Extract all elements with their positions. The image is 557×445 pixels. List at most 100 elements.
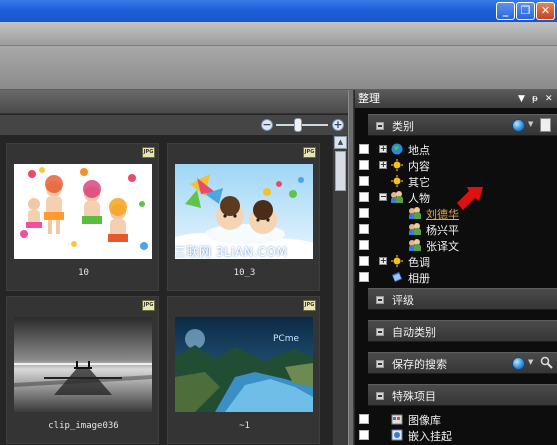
zoom-out-button[interactable]: − — [261, 119, 273, 131]
zoom-toolbar: − + — [0, 115, 348, 135]
jpg-badge-icon: JPG — [303, 300, 316, 311]
expand-icon[interactable]: + — [379, 145, 387, 153]
embed-pending-icon — [391, 429, 403, 441]
dropdown-icon[interactable]: ▼ — [528, 358, 533, 366]
photo-river-landscape: PCme — [175, 317, 313, 412]
sun-icon — [391, 255, 403, 267]
jpg-badge-icon: JPG — [142, 300, 155, 311]
toolbar — [0, 46, 557, 90]
jpg-badge-icon: JPG — [142, 147, 155, 158]
tree-item-person[interactable]: 杨兴平 — [355, 221, 557, 237]
dropdown-icon[interactable]: ▼ — [528, 120, 533, 128]
checkbox[interactable] — [359, 176, 369, 186]
checkbox[interactable] — [359, 272, 369, 282]
zoom-slider-thumb[interactable] — [294, 118, 302, 132]
special-item-label: 图像库 — [408, 414, 441, 427]
library-icon — [391, 413, 403, 425]
tree-item-place[interactable]: + 地点 — [355, 141, 557, 157]
tree-item-label: 人物 — [408, 192, 430, 205]
photo-logo-text: PCme — [273, 334, 299, 344]
pane-menu-icon[interactable]: ▼ — [518, 90, 525, 108]
organize-header: 整理 ▼ ᵽ ✕ — [355, 90, 557, 108]
thumbnail-item[interactable]: JPG — [167, 296, 320, 444]
tree-item-album[interactable]: 相册 — [355, 269, 557, 285]
people-icon — [409, 239, 421, 251]
section-special-items[interactable]: 特殊项目 — [368, 384, 557, 406]
watermark-text: 三联网 3LIAN.COM — [174, 245, 288, 259]
pane-close-icon[interactable]: ✕ — [545, 90, 553, 108]
restore-button[interactable]: ❐ — [516, 2, 535, 20]
globe-icon — [391, 143, 403, 155]
expand-icon[interactable]: + — [379, 161, 387, 169]
sun-icon — [391, 175, 403, 187]
tree-item-label: 内容 — [408, 160, 430, 173]
scroll-thumb[interactable] — [335, 151, 346, 191]
organize-title: 整理 — [358, 92, 380, 105]
section-label: 评级 — [392, 294, 414, 307]
zoom-in-button[interactable]: + — [332, 119, 344, 131]
thumbnail-caption: ~1 — [239, 421, 250, 431]
photo-pier-bw — [14, 317, 152, 412]
browser-tab-strip — [0, 90, 348, 114]
minimize-button[interactable]: _ — [496, 2, 515, 20]
thumbnail-scrollbar[interactable]: ▲ — [332, 135, 348, 445]
tree-item-color-tone[interactable]: + 色调 — [355, 253, 557, 269]
thumbnail-item[interactable]: JPG — [167, 143, 320, 291]
checkbox[interactable] — [359, 160, 369, 170]
pin-icon[interactable]: ᵽ — [532, 90, 538, 108]
section-label: 自动类别 — [392, 326, 436, 339]
special-item-library[interactable]: 图像库 — [355, 411, 557, 427]
tree-item-content[interactable]: + 内容 — [355, 157, 557, 173]
new-category-icon[interactable] — [540, 118, 551, 132]
section-ratings[interactable]: 评级 — [368, 288, 557, 310]
browser-pane: − + JPG 10 JPG 10_3 JPG clip_image036 JP… — [0, 90, 348, 445]
thumbnail-grid: JPG 10 JPG 10_3 JPG clip_image036 JPG PC… — [0, 135, 332, 445]
globe-icon[interactable] — [512, 119, 525, 132]
scroll-up-icon[interactable]: ▲ — [334, 136, 347, 149]
special-item-embed-pending[interactable]: 嵌入挂起 — [355, 427, 557, 443]
zoom-slider-track[interactable] — [276, 124, 328, 126]
section-auto-categories[interactable]: 自动类别 — [368, 320, 557, 342]
annotation-arrow-icon — [455, 185, 485, 211]
collapse-icon[interactable]: − — [379, 193, 387, 201]
section-label: 保存的搜索 — [392, 358, 447, 371]
checkbox[interactable] — [359, 192, 369, 202]
tree-item-label: 色调 — [408, 256, 430, 269]
thumbnail-item[interactable]: JPG — [6, 143, 159, 291]
checkbox[interactable] — [359, 256, 369, 266]
section-categories[interactable]: 类别 ▼ — [368, 114, 557, 136]
thumbnail-caption: clip_image036 — [48, 421, 119, 431]
tree-item-person[interactable]: 张译文 — [355, 237, 557, 253]
section-saved-searches[interactable]: 保存的搜索 ▼ — [368, 352, 557, 374]
photo-children-flowers — [14, 164, 152, 259]
checkbox[interactable] — [359, 414, 369, 424]
close-button[interactable]: ✕ — [536, 2, 555, 20]
expand-icon[interactable] — [376, 328, 384, 336]
organize-pane: 整理 ▼ ᵽ ✕ 类别 ▼ + 地点 + 内容 其它 − 人物 刘德华 杨兴平 … — [354, 90, 557, 445]
expand-icon[interactable] — [376, 296, 384, 304]
expand-icon[interactable] — [376, 360, 384, 368]
people-icon — [391, 191, 403, 203]
checkbox[interactable] — [359, 208, 369, 218]
collapse-icon[interactable] — [376, 392, 384, 400]
people-icon — [409, 207, 421, 219]
window-titlebar[interactable]: _ ❐ ✕ — [0, 0, 557, 22]
tree-item-label: 地点 — [408, 144, 430, 157]
checkbox[interactable] — [359, 224, 369, 234]
jpg-badge-icon: JPG — [303, 147, 316, 158]
checkbox[interactable] — [359, 430, 369, 440]
section-label: 特殊项目 — [392, 390, 436, 403]
tree-item-label: 杨兴平 — [426, 224, 459, 237]
globe-icon[interactable] — [512, 357, 525, 370]
tree-item-label: 相册 — [408, 272, 430, 285]
collapse-icon[interactable] — [376, 122, 384, 130]
thumbnail-caption: 10_3 — [233, 268, 256, 278]
thumbnail-caption: 10 — [78, 268, 89, 278]
sun-icon — [391, 159, 403, 171]
search-person-icon[interactable] — [540, 356, 553, 370]
checkbox[interactable] — [359, 144, 369, 154]
checkbox[interactable] — [359, 240, 369, 250]
expand-icon[interactable]: + — [379, 257, 387, 265]
thumbnail-item[interactable]: JPG — [6, 296, 159, 444]
section-label: 类别 — [392, 120, 414, 133]
